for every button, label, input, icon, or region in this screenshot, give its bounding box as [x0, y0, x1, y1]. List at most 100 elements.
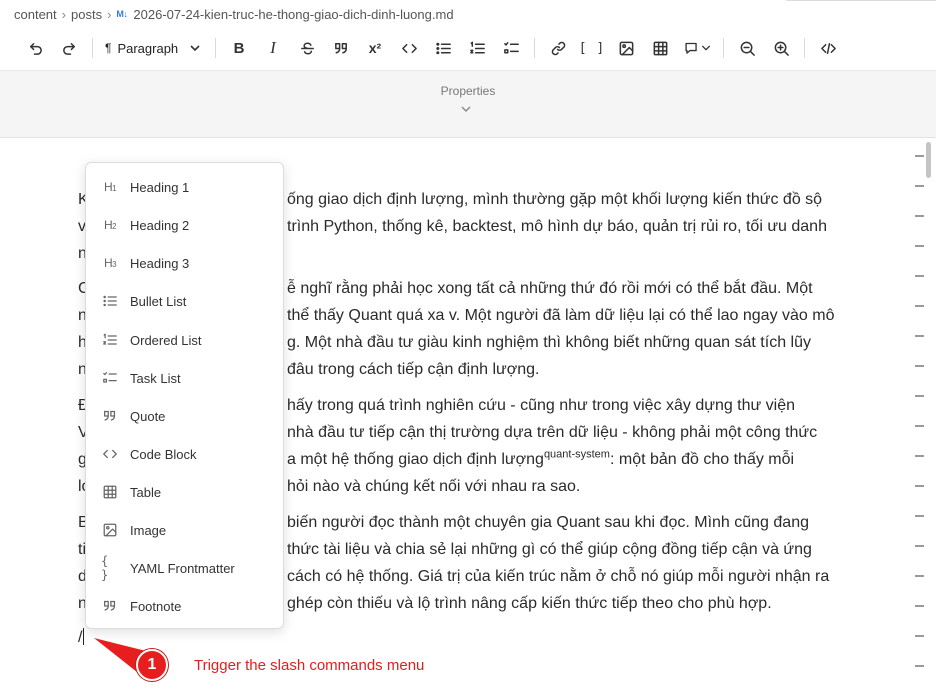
comment-icon: [684, 42, 697, 54]
toolbar-divider: [215, 38, 216, 58]
ordered-list-button[interactable]: [460, 33, 494, 63]
image-icon: [619, 41, 633, 55]
outline-marker[interactable]: [915, 245, 924, 247]
line-text: : một bản đồ cho thấy mỗi: [609, 451, 795, 468]
code-icon: [401, 43, 417, 53]
toolbar-divider: [804, 38, 805, 58]
link-button[interactable]: [541, 33, 575, 63]
slash-command-input[interactable]: /: [78, 628, 85, 647]
inline-code-button[interactable]: [392, 33, 426, 63]
document-outline-markers[interactable]: [912, 150, 936, 690]
menu-item-label: Table: [130, 484, 162, 500]
markdown-file-icon: M↓: [116, 9, 128, 19]
paragraph-line: g. Một nhà đầu tư giàu kinh nghiệm thì k…: [287, 334, 811, 351]
menu-item-code-block[interactable]: Code Block: [86, 435, 283, 473]
link-icon: [551, 41, 565, 55]
paragraph-line: hấy trong quá trình nghiên cứu - cũng nh…: [287, 397, 796, 414]
outline-marker[interactable]: [915, 365, 924, 367]
outline-marker[interactable]: [915, 185, 924, 187]
bullet-list-button[interactable]: [426, 33, 460, 63]
breadcrumb-segment-posts[interactable]: posts: [71, 7, 102, 22]
brackets-icon: [ ]: [578, 40, 606, 56]
quote-button[interactable]: [324, 33, 358, 63]
outline-marker[interactable]: [915, 335, 924, 337]
outline-marker[interactable]: [915, 545, 924, 547]
superscript-button[interactable]: x²: [358, 33, 392, 63]
outline-marker[interactable]: [915, 215, 924, 217]
heading-1-icon: H1: [103, 180, 117, 194]
outline-marker[interactable]: [915, 635, 924, 637]
slash-char: /: [78, 629, 83, 646]
paragraph-line: a một hệ thống giao dịch định lượngquant…: [287, 446, 847, 473]
chevron-right-icon: ›: [107, 6, 112, 22]
outline-marker[interactable]: [915, 575, 924, 577]
task-list-icon: [503, 41, 519, 54]
menu-item-task-list[interactable]: Task List: [86, 359, 283, 397]
menu-item-label: Ordered List: [130, 332, 202, 348]
text-caret: [83, 628, 85, 645]
zoom-out-button[interactable]: [730, 33, 764, 63]
undo-icon: [29, 42, 42, 55]
outline-marker[interactable]: [915, 425, 924, 427]
bold-button[interactable]: B: [222, 33, 256, 63]
paragraph-line: hỏi nào và chúng kết nối với nhau ra sao…: [287, 478, 581, 495]
paragraph-line: ghép còn thiếu và lộ trình nâng cấp kiến…: [287, 595, 772, 612]
task-list-icon: [101, 369, 119, 387]
menu-item-table[interactable]: Table: [86, 473, 283, 511]
menu-item-footnote[interactable]: Footnote: [86, 587, 283, 625]
paragraph-line: trình Python, thống kê, backtest, mô hìn…: [287, 218, 827, 235]
italic-button[interactable]: I: [256, 33, 290, 63]
wiki-link-button[interactable]: [ ]: [575, 33, 609, 63]
menu-item-label: Image: [130, 522, 167, 538]
menu-item-label: Heading 2: [130, 217, 190, 233]
breadcrumb: content › posts › M↓ 2026-07-24-kien-tru…: [0, 0, 936, 28]
paragraph-line: thức tài liệu và chia sẻ lại những gì có…: [287, 541, 812, 558]
paragraph-line: cách có hệ thống. Giá trị của kiến trúc …: [287, 568, 830, 585]
menu-item-ordered-list[interactable]: Ordered List: [86, 321, 283, 359]
annotation-badge: 1: [136, 649, 168, 681]
undo-button[interactable]: [18, 33, 52, 63]
outline-marker[interactable]: [915, 485, 924, 487]
menu-item-label: Footnote: [130, 598, 182, 614]
paragraph-style-select[interactable]: ¶ Paragraph: [99, 33, 209, 63]
outline-marker[interactable]: [915, 665, 924, 667]
table-icon: [653, 41, 667, 55]
outline-marker[interactable]: [915, 455, 924, 457]
heading-3-icon: H3: [103, 256, 117, 270]
menu-item-bullet-list[interactable]: Bullet List: [86, 282, 283, 320]
outline-marker[interactable]: [915, 605, 924, 607]
breadcrumb-segment-content[interactable]: content: [14, 7, 57, 22]
outline-marker[interactable]: [915, 515, 924, 517]
toolbar-divider: [92, 38, 93, 58]
insert-image-button[interactable]: [609, 33, 643, 63]
quote-icon: [334, 42, 347, 54]
menu-item-quote[interactable]: Quote: [86, 397, 283, 435]
insert-table-button[interactable]: [643, 33, 677, 63]
footnote-reference[interactable]: quant-system: [544, 449, 610, 461]
strikethrough-button[interactable]: [290, 33, 324, 63]
menu-item-label: Code Block: [130, 446, 197, 462]
callout-button[interactable]: [677, 33, 717, 63]
source-mode-button[interactable]: [811, 33, 845, 63]
menu-item-heading-2[interactable]: H2 Heading 2: [86, 206, 283, 244]
superscript-icon: x²: [368, 40, 382, 56]
menu-item-label: Quote: [130, 408, 166, 424]
redo-icon: [62, 42, 75, 55]
menu-item-heading-3[interactable]: H3 Heading 3: [86, 244, 283, 282]
table-icon: [101, 483, 119, 501]
paragraph-style-value: Paragraph: [117, 40, 179, 56]
zoom-in-button[interactable]: [764, 33, 798, 63]
bullet-list-icon: [435, 42, 451, 54]
outline-marker[interactable]: [915, 155, 924, 157]
outline-marker[interactable]: [915, 275, 924, 277]
image-icon: [101, 521, 119, 539]
menu-item-image[interactable]: Image: [86, 511, 283, 549]
task-list-button[interactable]: [494, 33, 528, 63]
menu-item-heading-1[interactable]: H1 Heading 1: [86, 168, 283, 206]
redo-button[interactable]: [52, 33, 86, 63]
outline-marker[interactable]: [915, 305, 924, 307]
outline-marker[interactable]: [915, 395, 924, 397]
properties-panel[interactable]: Properties: [0, 70, 936, 138]
pilcrow-icon: ¶: [105, 41, 112, 55]
menu-item-yaml-frontmatter[interactable]: { } YAML Frontmatter: [86, 549, 283, 587]
